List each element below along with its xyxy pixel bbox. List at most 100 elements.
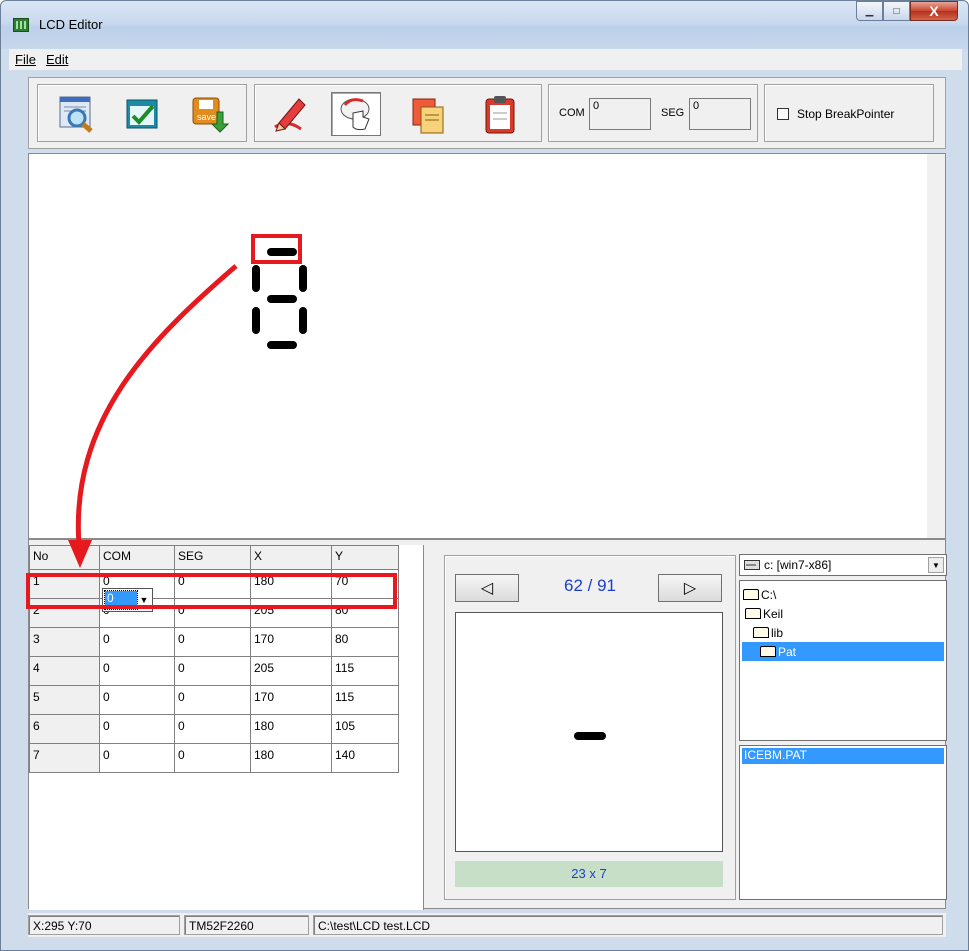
folder-open-icon [753, 627, 769, 638]
folder-open-icon [745, 608, 761, 619]
status-path: C:\test\LCD test.LCD [313, 915, 943, 935]
cell-com[interactable]: 0 [99, 627, 175, 657]
cell-y[interactable]: 140 [331, 743, 399, 773]
lcd-canvas[interactable] [28, 153, 946, 539]
header-no[interactable]: No [29, 545, 100, 570]
minimize-button[interactable]: ▁ [856, 1, 883, 21]
list-item[interactable]: lib [753, 623, 783, 642]
header-y[interactable]: Y [331, 545, 399, 570]
menu-edit-label: Edit [45, 52, 69, 67]
new-button[interactable] [118, 92, 168, 136]
menu-file[interactable]: File [13, 52, 44, 67]
status-coords: X:295 Y:70 [28, 915, 180, 935]
save-icon-text: save [197, 112, 216, 122]
row-number[interactable]: 3 [29, 627, 100, 657]
cell-x[interactable]: 180 [250, 714, 332, 744]
pattern-size-label: 23 x 7 [455, 861, 723, 887]
draw-button[interactable] [263, 92, 313, 136]
cell-x[interactable]: 170 [250, 627, 332, 657]
header-x[interactable]: X [250, 545, 332, 570]
lcd-segment-2[interactable] [299, 265, 307, 292]
row-number[interactable]: 6 [29, 714, 100, 744]
table-row[interactable]: 7 0 0 180 140 [29, 743, 399, 773]
cell-com[interactable]: 0 [99, 656, 175, 686]
chevron-down-icon[interactable]: ▼ [928, 557, 944, 573]
dir-label: lib [771, 625, 784, 640]
cell-com[interactable]: 0 [99, 714, 175, 744]
maximize-button[interactable]: □ [883, 1, 910, 21]
close-button[interactable]: X [910, 1, 958, 21]
file-list[interactable]: ICEBM.PAT [739, 745, 947, 900]
file-item-selected[interactable]: ICEBM.PAT [742, 748, 944, 764]
table-header-row: No COM SEG X Y [29, 545, 399, 570]
table-row[interactable]: 5 0 0 170 115 [29, 685, 399, 715]
lcd-segment-5[interactable] [252, 307, 260, 334]
pattern-preview-panel: ◁ 62 / 91 ▷ 23 x 7 [444, 555, 736, 900]
prev-pattern-button[interactable]: ◁ [455, 574, 519, 602]
header-seg[interactable]: SEG [174, 545, 251, 570]
cell-seg[interactable]: 0 [174, 627, 251, 657]
cell-x[interactable]: 170 [250, 685, 332, 715]
lcd-segment-6[interactable] [267, 295, 297, 303]
table-row[interactable]: 3 0 0 170 80 [29, 627, 399, 657]
preview-segment [574, 732, 606, 740]
row-number[interactable]: 4 [29, 656, 100, 686]
cell-com[interactable]: 0 [99, 685, 175, 715]
cell-com[interactable]: 0 [99, 743, 175, 773]
open-button[interactable] [51, 92, 101, 136]
toolbar-group-file: save [37, 84, 247, 142]
cell-y[interactable]: 80 [331, 627, 399, 657]
row-number[interactable]: 7 [29, 743, 100, 773]
paste-button[interactable] [475, 92, 525, 136]
annotation-highlight-segment [251, 234, 302, 264]
cell-x[interactable]: 205 [250, 656, 332, 686]
drive-select-value: c: [win7-x86] [764, 558, 832, 572]
status-chip: TM52F2260 [184, 915, 309, 935]
toolbar-group-position: COM 0 SEG 0 [548, 84, 758, 142]
cell-y[interactable]: 115 [331, 656, 399, 686]
list-item[interactable]: Keil [745, 604, 783, 623]
cell-seg[interactable]: 0 [174, 685, 251, 715]
canvas-scrollbar[interactable] [927, 154, 945, 538]
row-number[interactable]: 5 [29, 685, 100, 715]
pattern-preview-box [455, 612, 723, 852]
copy-button[interactable] [403, 92, 453, 136]
com-label: COM [559, 107, 585, 119]
window-title: LCD Editor [39, 17, 103, 32]
seg-field[interactable]: 0 [689, 98, 751, 130]
directory-list[interactable]: C:\ Keil lib Pat [739, 580, 947, 741]
clipboard-icon [485, 96, 515, 134]
stop-breakpointer-label: Stop BreakPointer [797, 107, 895, 121]
seg-label: SEG [661, 107, 685, 119]
cell-y[interactable]: 115 [331, 685, 399, 715]
lcd-segment-3[interactable] [252, 265, 260, 292]
stop-breakpointer-checkbox[interactable] [777, 108, 789, 120]
cell-x[interactable]: 180 [250, 743, 332, 773]
list-item-selected[interactable]: Pat [742, 642, 944, 661]
open-preview-icon [59, 96, 93, 133]
com-field[interactable]: 0 [589, 98, 651, 130]
menu-edit[interactable]: Edit [44, 52, 76, 67]
cell-seg[interactable]: 0 [174, 743, 251, 773]
drive-select[interactable]: c: [win7-x86] ▼ [739, 554, 947, 576]
toolbar-group-debug: Stop BreakPointer [764, 84, 934, 142]
list-item[interactable]: C:\ [743, 585, 776, 604]
cell-seg[interactable]: 0 [174, 656, 251, 686]
menu-file-label: File [15, 52, 36, 67]
hand-pointer-icon [340, 98, 370, 131]
title-bar[interactable]: LCD Editor ▁ □ X [1, 1, 968, 49]
table-row[interactable]: 6 0 0 180 105 [29, 714, 399, 744]
lcd-segment-7[interactable] [267, 341, 297, 349]
next-pattern-button[interactable]: ▷ [658, 574, 722, 602]
save-icon: save [192, 97, 229, 133]
cell-y[interactable]: 105 [331, 714, 399, 744]
header-com[interactable]: COM [99, 545, 175, 570]
drive-icon [744, 560, 760, 570]
cell-seg[interactable]: 0 [174, 714, 251, 744]
check-document-icon [126, 99, 158, 129]
table-row[interactable]: 4 0 0 205 115 [29, 656, 399, 686]
lcd-segment-4[interactable] [299, 307, 307, 334]
menu-bar: File Edit [9, 49, 962, 70]
select-button[interactable] [331, 92, 381, 136]
save-button[interactable]: save [184, 92, 234, 136]
